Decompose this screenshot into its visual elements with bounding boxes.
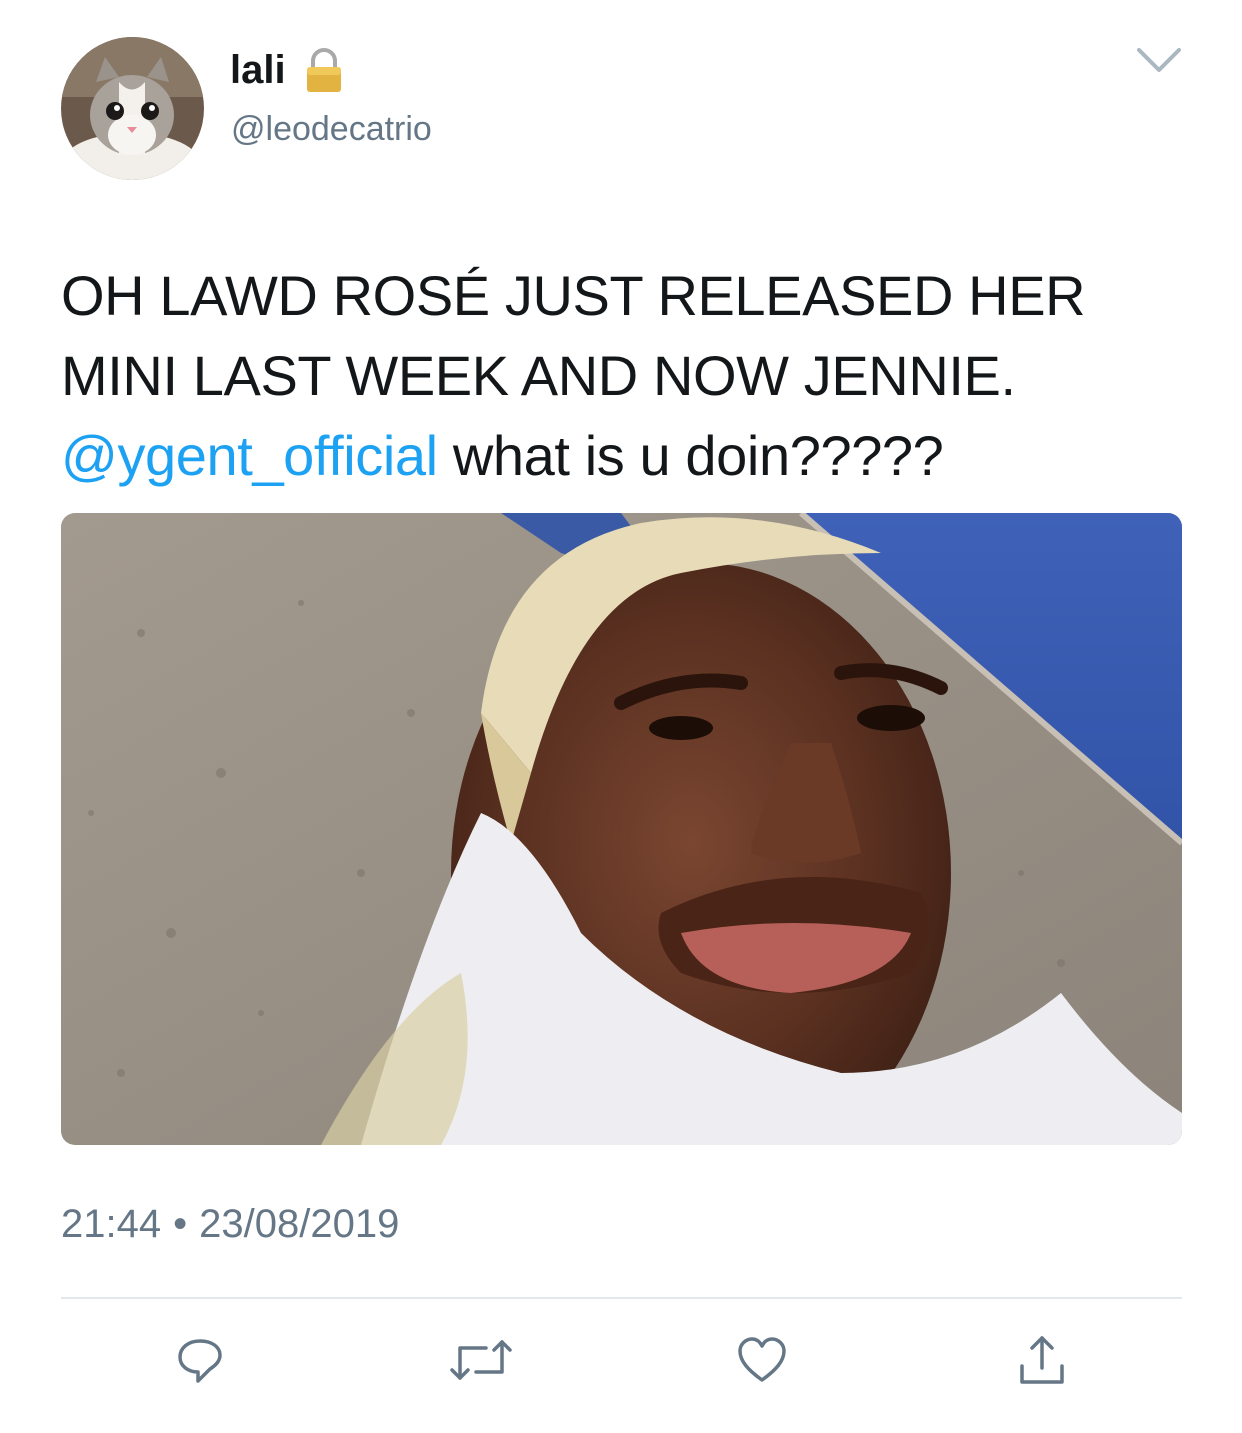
tweet-photo[interactable] xyxy=(61,513,1182,1145)
reply-button[interactable] xyxy=(170,1330,230,1390)
tweet: lali @leodecatrio OH LAWD ROSÉ JUST RELE… xyxy=(0,0,1242,1433)
author-handle[interactable]: @leodecatrio xyxy=(231,107,432,151)
timestamp-separator: • xyxy=(173,1202,188,1246)
mention-link[interactable]: @ygent_official xyxy=(61,424,438,487)
tweet-time: 21:44 xyxy=(61,1202,162,1246)
display-name[interactable]: lali xyxy=(230,44,286,96)
tweet-text: OH LAWD ROSÉ JUST RELEASED HER MINI LAST… xyxy=(61,256,1211,496)
tweet-text-line: MINI LAST WEEK AND NOW JENNIE. xyxy=(61,344,1016,407)
author-name-row: lali xyxy=(230,44,344,96)
chevron-down-icon[interactable] xyxy=(1134,42,1184,78)
share-icon xyxy=(1016,1334,1068,1386)
divider xyxy=(61,1297,1182,1299)
like-button[interactable] xyxy=(732,1330,792,1390)
heart-icon xyxy=(736,1336,788,1384)
action-bar xyxy=(0,1330,1242,1400)
share-button[interactable] xyxy=(1012,1330,1072,1390)
tweet-text-line: @ygent_official what is u doin????? xyxy=(61,416,1211,496)
tweet-text-tail: what is u doin????? xyxy=(437,424,944,487)
reply-icon xyxy=(175,1335,225,1385)
tweet-text-line: OH LAWD ROSÉ JUST RELEASED HER xyxy=(61,264,1086,327)
lock-icon xyxy=(304,46,344,94)
avatar[interactable] xyxy=(61,37,204,180)
retweet-icon xyxy=(450,1338,512,1382)
retweet-button[interactable] xyxy=(450,1330,512,1390)
tweet-timestamp[interactable]: 21:44 • 23/08/2019 xyxy=(61,1196,399,1252)
tweet-date: 23/08/2019 xyxy=(199,1202,400,1246)
